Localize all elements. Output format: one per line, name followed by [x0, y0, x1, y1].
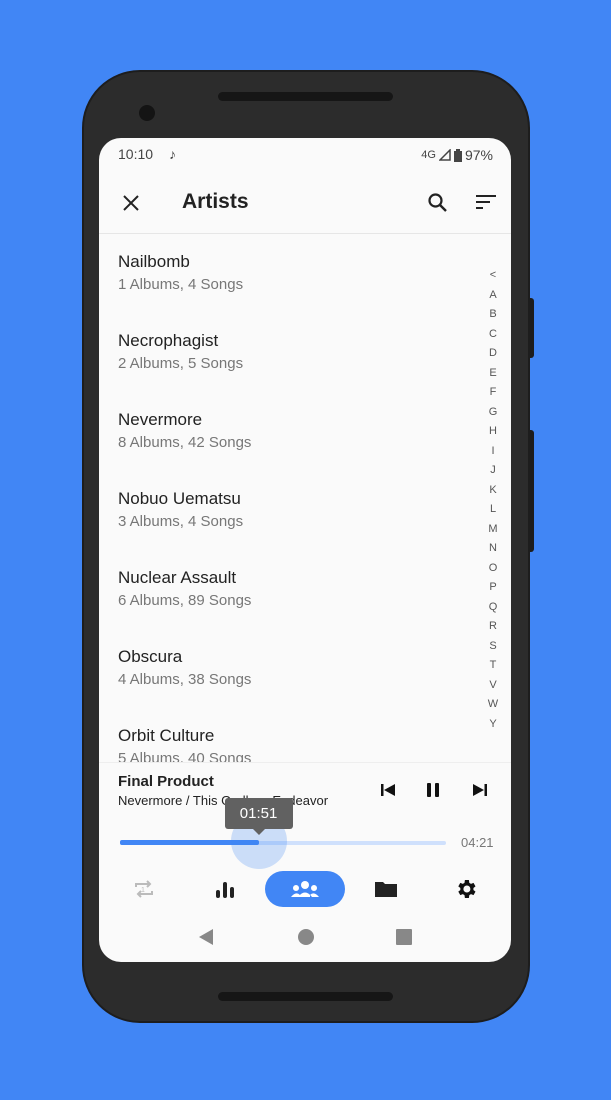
artist-info: 3 Albums, 4 Songs	[118, 513, 244, 530]
index-letter[interactable]: K	[487, 481, 499, 501]
index-letter[interactable]: M	[487, 520, 499, 540]
nav-settings[interactable]	[426, 871, 506, 907]
index-letter[interactable]: D	[487, 344, 499, 364]
bar-chart-icon	[216, 882, 234, 898]
artist-info: 4 Albums, 38 Songs	[118, 671, 252, 688]
artist-row[interactable]: Nevermore 8 Albums, 42 Songs	[118, 410, 251, 451]
gear-icon	[458, 880, 476, 898]
index-letter[interactable]: L	[487, 500, 499, 520]
close-icon[interactable]	[122, 194, 140, 212]
time: 10:10	[118, 146, 154, 162]
camera	[139, 105, 155, 121]
folder-icon	[375, 882, 397, 897]
battery-icon	[453, 148, 462, 162]
index-letter[interactable]: T	[487, 656, 499, 676]
status-time: 10:10 ♪	[118, 146, 176, 162]
index-letter[interactable]: A	[487, 286, 499, 306]
index-letter[interactable]: O	[487, 559, 499, 579]
nav-artists[interactable]	[265, 871, 345, 907]
artist-info: 8 Albums, 42 Songs	[118, 434, 252, 451]
index-letter[interactable]: E	[487, 364, 499, 384]
index-letter[interactable]: N	[487, 539, 499, 559]
artist-row[interactable]: Nuclear Assault 6 Albums, 89 Songs	[118, 568, 251, 609]
repeat-one-icon: 1	[135, 880, 153, 898]
signal-icon	[438, 149, 451, 161]
nav-folders[interactable]	[346, 871, 426, 907]
artist-name: Obscura	[118, 647, 183, 666]
bottom-speaker	[218, 992, 393, 1001]
nav-repeat[interactable]: 1	[104, 871, 184, 907]
artist-name: Orbit Culture	[118, 726, 215, 745]
divider	[99, 233, 511, 234]
index-letter[interactable]: J	[487, 461, 499, 481]
artist-info: 2 Albums, 5 Songs	[118, 355, 244, 372]
power-button	[529, 430, 534, 552]
artist-row[interactable]: Nobuo Uematsu 3 Albums, 4 Songs	[118, 489, 243, 530]
index-letter[interactable]: Y	[487, 715, 499, 735]
people-icon	[291, 881, 319, 897]
track-subtitle: Nevermore / This Godless Endeavor	[118, 793, 329, 808]
speaker	[218, 92, 393, 101]
index-letter[interactable]: G	[487, 403, 499, 423]
index-letter[interactable]: R	[487, 617, 499, 637]
next-icon[interactable]	[472, 783, 488, 797]
track-title: Final Product	[118, 773, 214, 790]
artist-row[interactable]: Nailbomb 1 Albums, 4 Songs	[118, 252, 243, 293]
network: 4G	[421, 149, 436, 161]
artist-row[interactable]: Obscura 4 Albums, 38 Songs	[118, 647, 251, 688]
index-letter[interactable]: S	[487, 637, 499, 657]
volume-button	[529, 298, 534, 358]
position-tooltip: 01:51	[224, 798, 293, 835]
artist-name: Nobuo Uematsu	[118, 489, 241, 508]
search-icon[interactable]	[427, 192, 449, 214]
music-note-icon: ♪	[168, 146, 176, 162]
index-letter[interactable]: B	[487, 305, 499, 325]
duration: 04:21	[461, 835, 494, 850]
nav-stats[interactable]	[185, 871, 265, 907]
index-letter[interactable]: H	[487, 422, 499, 442]
screen: 10:10 ♪ 4G 97% Artists Nailbomb 1 Albums,…	[99, 138, 511, 962]
back-icon[interactable]	[197, 928, 215, 946]
artist-name: Nuclear Assault	[118, 568, 237, 587]
index-letter[interactable]: Q	[487, 598, 499, 618]
sort-icon[interactable]	[475, 194, 497, 210]
alphabet-index[interactable]: < A B C D E F G H I J K L M N O P Q R S T V W Y	[487, 266, 499, 734]
artist-name: Necrophagist	[118, 331, 219, 350]
artist-name: Nevermore	[118, 410, 203, 429]
home-icon[interactable]	[297, 928, 315, 946]
pause-icon[interactable]	[426, 783, 440, 797]
index-letter[interactable]: <	[487, 266, 499, 286]
previous-icon[interactable]	[380, 783, 396, 797]
index-letter[interactable]: W	[487, 695, 499, 715]
page-title: Artists	[182, 190, 249, 213]
index-letter[interactable]: F	[487, 383, 499, 403]
svg-text:1: 1	[141, 887, 145, 894]
bottom-nav: 1	[99, 871, 511, 907]
artist-row[interactable]: Necrophagist 2 Albums, 5 Songs	[118, 331, 243, 372]
artist-info: 6 Albums, 89 Songs	[118, 592, 252, 609]
index-letter[interactable]: V	[487, 676, 499, 696]
artist-info: 1 Albums, 4 Songs	[118, 276, 244, 293]
artist-row[interactable]: Orbit Culture 5 Albums, 40 Songs	[118, 726, 251, 767]
status-right: 4G 97%	[421, 147, 493, 163]
index-letter[interactable]: I	[487, 442, 499, 462]
artist-name: Nailbomb	[118, 252, 190, 271]
index-letter[interactable]: C	[487, 325, 499, 345]
index-letter[interactable]: P	[487, 578, 499, 598]
recents-icon[interactable]	[395, 928, 413, 946]
battery-level: 97%	[464, 147, 493, 163]
